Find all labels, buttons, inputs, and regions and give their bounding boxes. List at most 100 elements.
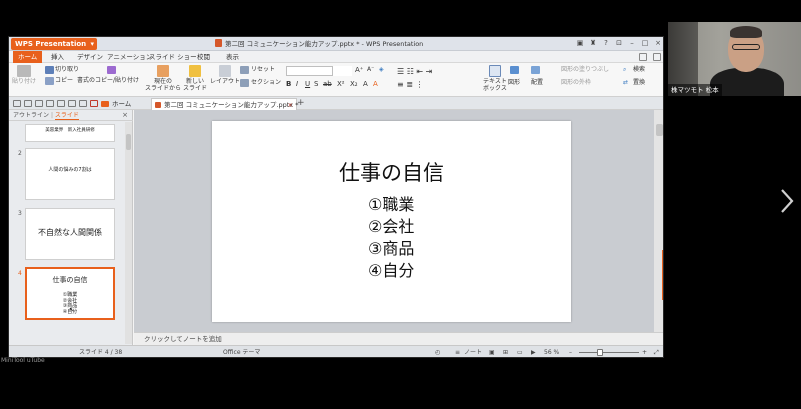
settings-icon[interactable] [653,53,661,61]
font-size-select[interactable] [332,66,352,76]
format-painter-icon [107,66,116,74]
menu-tab-home[interactable]: ホーム [13,51,43,63]
italic-icon[interactable]: I [296,80,298,88]
slide-sorter-icon[interactable]: ⊞ [503,346,508,357]
close-icon[interactable]: × [653,38,663,49]
shadow-icon[interactable]: S [314,80,318,88]
section-button[interactable]: セクション [251,79,281,87]
grow-font-icon[interactable]: A⁺ [355,66,363,74]
slide-title[interactable]: 仕事の自信 [212,157,571,187]
ribbon-toolbar: 貼り付け 切り取り コピー 書式のコピー/貼り付け 現在の スライドから 新しい… [9,63,663,97]
print-icon[interactable] [46,100,54,107]
reading-view-icon[interactable]: ▭ [517,346,523,357]
shape-fill-button[interactable]: 図形の塗りつぶし [561,66,609,74]
tab-outline[interactable]: アウトライン [13,112,49,119]
canvas-scrollbar-thumb[interactable] [656,124,663,136]
help-icon[interactable]: ? [601,38,611,49]
tab-slides[interactable]: スライド [54,112,79,120]
shape-outline-button[interactable]: 図形の外枠 [561,79,591,87]
superscript-icon[interactable]: X² [337,80,345,88]
slide-list[interactable]: ①職業 ②会社 ③商品 ④自分 [368,194,414,282]
new-tab-icon[interactable]: + [297,97,305,110]
app-menu-button[interactable]: WPS Presentation ▾ [11,38,97,50]
maximize-icon[interactable]: □ [640,38,650,49]
ribbon-tabs: ホーム 挿入 デザイン アニメーション スライド ショー 校閲 表示 [9,51,663,63]
menu-tab-animation[interactable]: アニメーション [107,51,152,63]
canvas-scrollbar[interactable] [654,110,663,332]
format-painter-button[interactable]: 書式のコピー/貼り付け [77,77,139,85]
app-menu-label: WPS Presentation [15,40,87,48]
save-icon[interactable] [35,100,43,107]
new-slide-button[interactable]: 新しい スライド [183,65,207,92]
thumbnail-number: 4 [18,270,22,277]
redo-icon[interactable] [79,100,87,107]
slide-thumbnail-1[interactable]: 美容業界 新入社員研修 [25,124,115,142]
open-icon[interactable] [24,100,32,107]
tab-home[interactable]: ホーム [101,98,131,110]
document-tab-bar: ホーム 第二回 コミュニケーション能力アップ.pptx * × + [9,97,663,110]
underline-icon[interactable]: U [305,80,310,88]
paragraph-tools-icon[interactable]: ☰ ☷ ⇤ ⇥ [397,68,432,76]
find-button[interactable]: 検索 [633,66,645,74]
skin-icon[interactable]: ▣ [575,38,585,49]
slideshow-view-icon[interactable]: ▶ [531,346,536,357]
thumbnail-title: 仕事の自信 [52,276,88,284]
menu-tab-view[interactable]: 表示 [226,51,239,63]
font-color-icon[interactable]: A [363,80,368,88]
copy-button[interactable]: コピー [55,77,73,85]
tab-document-label: 第二回 コミュニケーション能力アップ.pptx * [164,101,299,109]
notes-area[interactable]: クリックしてノートを追加 [134,332,663,345]
reset-button[interactable]: リセット [251,66,275,74]
minimize-icon[interactable]: – [627,38,637,49]
pane-scrollbar[interactable] [125,122,132,344]
thumbnail-number: 3 [18,210,22,217]
zoom-level: 56 % [544,349,560,356]
highlight-icon[interactable]: A [373,80,378,88]
strikethrough-icon[interactable]: ab [323,80,332,88]
normal-view-icon[interactable]: ▣ [489,346,495,357]
clear-format-icon[interactable]: ◈ [379,66,384,74]
bold-icon[interactable]: B [286,80,291,88]
customize-icon[interactable] [90,100,98,107]
preview-icon[interactable] [57,100,65,107]
cut-button[interactable]: 切り取り [55,66,79,74]
arrange-button[interactable]: 配置 [531,79,543,87]
text-box-button[interactable]: テキスト ボックス [483,65,507,92]
zoom-slider-handle[interactable] [597,349,603,356]
new-doc-icon[interactable] [13,100,21,107]
zoom-in-icon[interactable]: + [642,346,647,357]
undo-icon[interactable] [68,100,76,107]
paste-button[interactable]: 貼り付け [12,65,36,85]
chevron-right-icon[interactable] [776,186,798,216]
pane-scrollbar-thumb[interactable] [126,134,131,150]
shirt-icon[interactable]: ♜ [588,38,598,49]
zoom-out-icon[interactable]: – [569,346,572,357]
menu-tab-insert[interactable]: 挿入 [51,51,64,63]
shrink-font-icon[interactable]: A⁻ [367,66,374,74]
subscript-icon[interactable]: X₂ [350,80,358,88]
fit-window-icon[interactable]: ⤢ [654,346,659,357]
menu-tab-design[interactable]: デザイン [77,51,103,63]
slide-thumbnail-4[interactable]: 仕事の自信 ①職業 ②会社 ③商品 ④自分 ↖ [25,267,115,320]
layout-button[interactable]: レイアウト [210,65,240,85]
thumbnail-text: 美容業界 新入社員研修 [45,128,95,133]
history-icon[interactable]: ◴ [435,346,440,357]
slide-thumbnail-2[interactable]: 人間の悩みの7割は [25,148,115,200]
pane-header: アウトライン | スライド × [9,110,133,121]
play-from-current-button[interactable]: 現在の スライドから [145,65,181,92]
restore-icon[interactable]: ⊡ [614,38,624,49]
alignment-tools-icon[interactable]: ≡ ≣ ⋮ [397,81,424,89]
replace-button[interactable]: 置換 [633,79,645,87]
slide-thumbnail-3[interactable]: 不自然な人間関係 [25,208,115,260]
zoom-slider[interactable] [579,352,639,353]
scissors-icon [45,66,54,74]
shape-button[interactable]: 図形 [508,79,520,87]
notes-toggle[interactable]: ノート [464,346,482,357]
tab-document[interactable]: 第二回 コミュニケーション能力アップ.pptx * × [151,98,299,110]
current-slide[interactable]: 仕事の自信 ①職業 ②会社 ③商品 ④自分 [212,121,571,322]
window-title-text: 第二回 コミュニケーション能力アップ.pptx * - WPS Presenta… [225,40,424,48]
menu-tab-slideshow[interactable]: スライド ショー [149,51,197,63]
menu-tab-review[interactable]: 校閲 [197,51,210,63]
collapse-ribbon-icon[interactable] [639,53,647,61]
close-pane-icon[interactable]: × [122,110,128,121]
